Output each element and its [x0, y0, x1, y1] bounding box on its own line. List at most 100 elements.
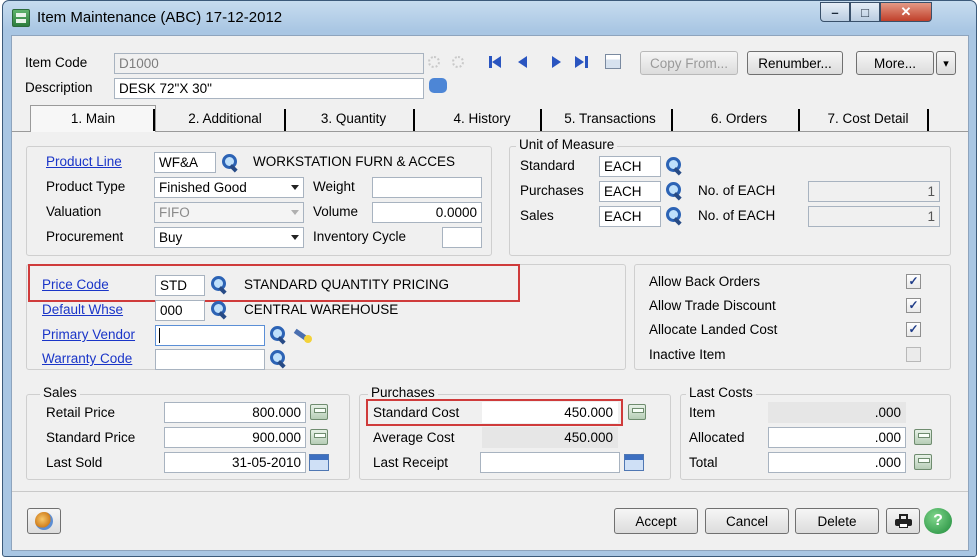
delete-button[interactable]: Delete	[795, 508, 879, 534]
weight-field[interactable]	[372, 177, 482, 198]
tab-quantity-label: 3. Quantity	[320, 111, 387, 126]
next-record-icon[interactable]	[552, 56, 561, 68]
standard-price-field[interactable]: 900.000	[164, 427, 306, 448]
last-record-icon[interactable]	[575, 56, 589, 68]
flashlight-icon[interactable]	[292, 327, 312, 343]
primary-vendor-link[interactable]: Primary Vendor	[42, 327, 135, 342]
uom-purchases-lookup-icon[interactable]	[664, 180, 684, 200]
calculator-icon[interactable]	[310, 404, 328, 420]
tab-quantity[interactable]: 3. Quantity	[292, 109, 415, 131]
price-code-link[interactable]: Price Code	[42, 277, 109, 292]
printer-icon	[895, 514, 912, 528]
tab-main[interactable]: 1. Main	[30, 105, 156, 132]
product-type-value: Finished Good	[159, 180, 247, 195]
memo-icon[interactable]	[429, 78, 447, 93]
allow-back-orders-checkbox[interactable]: ✓	[906, 274, 921, 289]
help-button[interactable]: ?	[924, 508, 952, 534]
item-code-label: Item Code	[25, 55, 88, 70]
tab-orders[interactable]: 6. Orders	[678, 109, 800, 131]
valuation-select[interactable]: FIFO	[154, 202, 304, 223]
calculator-icon[interactable]	[914, 429, 932, 445]
more-dropdown-button[interactable]: ▾	[936, 51, 956, 75]
product-line-field[interactable]: WF&A	[154, 152, 216, 173]
tab-transactions[interactable]: 5. Transactions	[547, 109, 673, 131]
last-sold-field[interactable]: 31-05-2010	[164, 452, 306, 473]
tab-cost-detail-label: 7. Cost Detail	[827, 111, 909, 126]
product-type-select[interactable]: Finished Good	[154, 177, 304, 198]
minimize-button[interactable]: –	[820, 2, 850, 22]
uom-standard-field[interactable]: EACH	[599, 156, 661, 177]
uom-purchases-no-field[interactable]: 1	[808, 181, 940, 202]
product-line-lookup-icon[interactable]	[220, 152, 240, 172]
item-code-field[interactable]: D1000	[114, 53, 424, 74]
print-button[interactable]	[886, 508, 920, 534]
first-record-icon[interactable]	[489, 56, 503, 68]
uom-standard-label: Standard	[520, 158, 575, 173]
last-cost-item-label: Item	[689, 405, 716, 420]
volume-field[interactable]: 0.0000	[372, 202, 482, 223]
calculator-icon[interactable]	[628, 404, 646, 420]
average-cost-field[interactable]: 450.000	[482, 427, 618, 448]
last-cost-allocated-label: Allocated	[689, 430, 745, 445]
more-button[interactable]: More...	[856, 51, 934, 75]
last-cost-allocated-field[interactable]: .000	[768, 427, 906, 448]
uom-sales-no-field[interactable]: 1	[808, 206, 940, 227]
uom-sales-field[interactable]: EACH	[599, 206, 661, 227]
last-cost-item-field[interactable]: .000	[768, 402, 906, 423]
calculator-icon[interactable]	[914, 454, 932, 470]
inactive-item-checkbox[interactable]	[906, 347, 921, 362]
customizer-button[interactable]	[27, 508, 61, 534]
tab-cost-detail[interactable]: 7. Cost Detail	[807, 109, 929, 131]
default-whse-lookup-icon[interactable]	[209, 299, 229, 319]
checkmark-icon: ✓	[908, 298, 919, 312]
valuation-value: FIFO	[159, 205, 190, 220]
allocate-landed-cost-checkbox[interactable]: ✓	[906, 322, 921, 337]
primary-vendor-lookup-icon[interactable]	[268, 324, 288, 344]
uom-purchases-field[interactable]: EACH	[599, 181, 661, 202]
product-line-link[interactable]: Product Line	[46, 154, 122, 169]
uom-standard-lookup-icon[interactable]	[664, 155, 684, 175]
primary-vendor-field[interactable]	[155, 325, 265, 346]
calendar-icon[interactable]	[309, 454, 329, 471]
calendar-icon[interactable]	[624, 454, 644, 471]
allow-trade-discount-checkbox[interactable]: ✓	[906, 298, 921, 313]
retail-price-field[interactable]: 800.000	[164, 402, 306, 423]
text-cursor	[159, 328, 160, 343]
purchases-title: Purchases	[368, 385, 438, 400]
lookup-icon[interactable]	[428, 56, 440, 68]
tab-history[interactable]: 4. History	[422, 109, 542, 131]
default-whse-field[interactable]: 000	[155, 300, 205, 321]
title-bar[interactable]: Item Maintenance (ABC) 17-12-2012 – □ ✕	[3, 1, 976, 35]
price-code-field[interactable]: STD	[155, 275, 205, 296]
previous-record-icon[interactable]	[518, 56, 527, 68]
last-sold-label: Last Sold	[46, 455, 103, 470]
maximize-button[interactable]: □	[850, 2, 880, 22]
inventory-cycle-field[interactable]	[442, 227, 482, 248]
product-type-label: Product Type	[46, 179, 126, 194]
renumber-button[interactable]: Renumber...	[747, 51, 843, 75]
calculator-icon[interactable]	[310, 429, 328, 445]
warranty-code-lookup-icon[interactable]	[268, 348, 288, 368]
tab-additional[interactable]: 2. Additional	[164, 109, 286, 131]
price-code-lookup-icon[interactable]	[209, 274, 229, 294]
copy-from-button[interactable]: Copy From...	[640, 51, 738, 75]
warranty-code-link[interactable]: Warranty Code	[42, 351, 132, 366]
lookup-alt-icon[interactable]	[452, 56, 464, 68]
allocate-landed-cost-label: Allocate Landed Cost	[649, 322, 778, 337]
last-receipt-field[interactable]	[480, 452, 620, 473]
unit-of-measure-title: Unit of Measure	[516, 137, 618, 152]
description-field[interactable]: DESK 72"X 30"	[114, 78, 424, 99]
checkmark-icon: ✓	[908, 322, 919, 336]
accept-button[interactable]: Accept	[614, 508, 698, 534]
retail-price-label: Retail Price	[46, 405, 116, 420]
volume-label: Volume	[313, 204, 359, 219]
uom-sales-lookup-icon[interactable]	[664, 205, 684, 225]
warranty-code-field[interactable]	[155, 349, 265, 370]
procurement-select[interactable]: Buy	[154, 227, 304, 248]
standard-cost-field[interactable]: 450.000	[482, 402, 618, 423]
cancel-button[interactable]: Cancel	[705, 508, 789, 534]
default-whse-link[interactable]: Default Whse	[42, 302, 123, 317]
close-button[interactable]: ✕	[880, 2, 932, 22]
browse-list-icon[interactable]	[605, 54, 621, 69]
last-cost-total-field[interactable]: .000	[768, 452, 906, 473]
